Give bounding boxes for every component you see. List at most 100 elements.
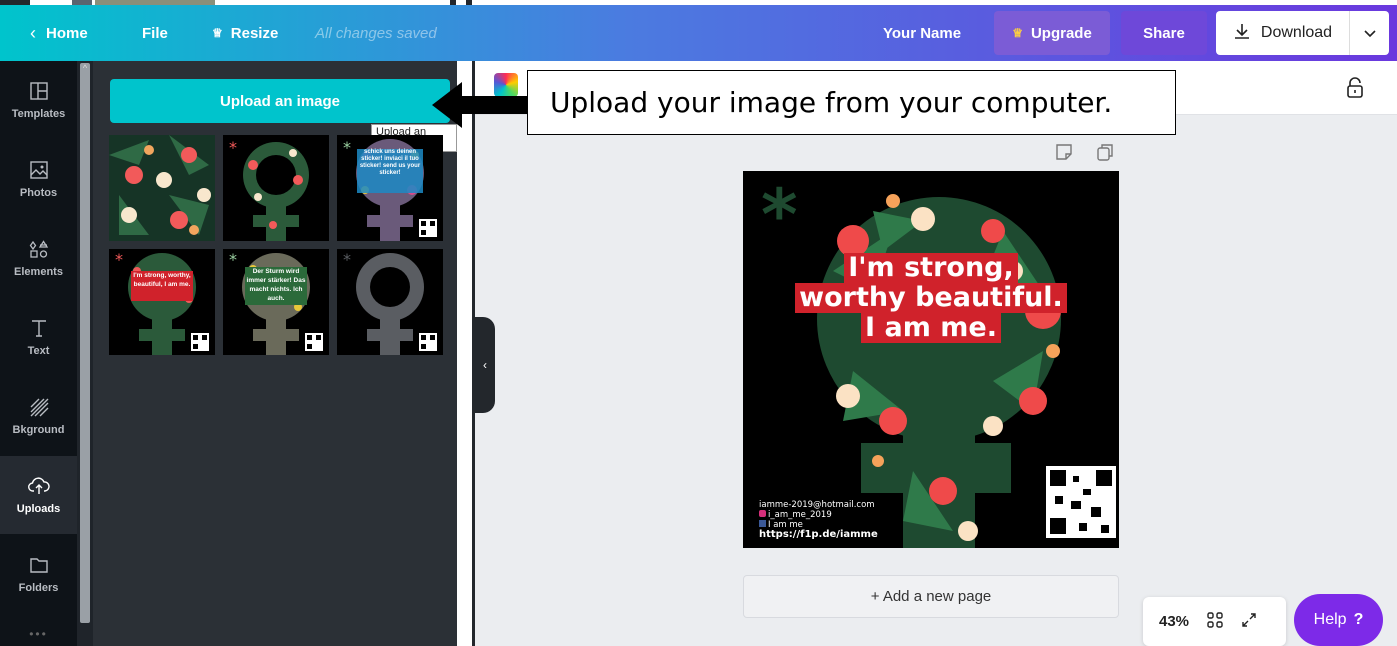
venus-floral-artwork: * <box>743 171 1119 548</box>
help-question-icon: ? <box>1353 611 1364 628</box>
thumbnail-text: I'm strong, worthy, beautiful, I am me. <box>133 272 191 288</box>
sidebar-item-folders[interactable]: Folders <box>0 535 77 613</box>
svg-text:*: * <box>343 250 351 269</box>
scroll-up-icon[interactable]: ^ <box>79 63 91 73</box>
floral-pattern-image <box>109 135 215 241</box>
crown-icon: ♕ <box>212 26 223 40</box>
upload-thumbnail[interactable]: * schick uns deinen sticker! inviaci il … <box>337 135 443 241</box>
sidebar-item-elements[interactable]: Elements <box>0 219 77 297</box>
svg-text:*: * <box>115 250 123 269</box>
upload-image-label: Upload an image <box>219 92 341 110</box>
home-label: Home <box>46 24 88 42</box>
grid-view-icon[interactable] <box>1207 611 1223 632</box>
page-actions <box>1055 142 1115 167</box>
upload-thumbnail[interactable]: * <box>337 249 443 355</box>
uploads-icon <box>27 475 50 497</box>
download-icon <box>1233 22 1251 44</box>
fullscreen-icon[interactable] <box>1241 612 1257 632</box>
sidebar-item-background[interactable]: Bkground <box>0 377 77 455</box>
chevron-down-icon <box>1363 25 1376 42</box>
headline-line-3: I am me. <box>861 313 1001 343</box>
sidebar-item-label: Folders <box>18 582 59 594</box>
lock-icon[interactable] <box>1346 77 1364 104</box>
upload-thumbnail[interactable] <box>109 135 215 241</box>
collapse-panel-button[interactable]: ‹ <box>475 317 495 413</box>
file-label: File <box>142 24 168 42</box>
resize-button[interactable]: ♕ Resize <box>212 5 278 61</box>
sidebar-item-label: Bkground <box>12 424 65 436</box>
design-page[interactable]: * I'm strong, worthy beautiful. I am me.… <box>743 171 1119 548</box>
upload-image-button[interactable]: Upload an image <box>110 79 450 123</box>
save-status: All changes saved <box>315 24 437 42</box>
more-icon[interactable]: ••• <box>0 627 77 641</box>
zoom-controls: 43% <box>1143 597 1286 646</box>
elements-icon <box>28 238 50 260</box>
sidebar-item-uploads[interactable]: Uploads <box>0 456 77 534</box>
sidebar-item-label: Elements <box>14 266 63 278</box>
sidebar-scrollbar[interactable]: ^ <box>77 61 93 646</box>
share-label: Share <box>1143 24 1185 42</box>
zoom-level[interactable]: 43% <box>1159 613 1189 630</box>
templates-icon <box>28 80 50 102</box>
venus-grey-image: * <box>337 249 443 355</box>
callout-text: Upload your image from your computer. <box>550 86 1113 119</box>
upload-thumbnail[interactable]: * Der Sturm wird immer stärker! Das mach… <box>223 249 329 355</box>
resize-label: Resize <box>230 24 279 42</box>
venus-floral-ring-image: * <box>223 135 329 241</box>
sidebar-item-photos[interactable]: Photos <box>0 140 77 218</box>
crown-icon: ♕ <box>1012 26 1023 40</box>
arrow-left-icon <box>430 80 530 135</box>
chevron-left-icon: ‹ <box>483 358 487 372</box>
sidebar-item-label: Text <box>27 345 50 357</box>
share-button[interactable]: Share <box>1121 11 1207 55</box>
svg-text:*: * <box>229 138 237 157</box>
sidebar-item-label: Uploads <box>16 503 61 515</box>
home-button[interactable]: ‹ Home <box>30 5 88 61</box>
headline-line-2: worthy beautiful. <box>795 283 1067 313</box>
sidebar: Templates Photos Elements Text Bkground … <box>0 61 77 646</box>
background-icon <box>28 396 50 418</box>
design-headline[interactable]: I'm strong, worthy beautiful. I am me. <box>743 253 1119 343</box>
instagram-icon <box>759 510 766 517</box>
thumbnail-text: schick uns deinen sticker! inviaci il tu… <box>359 149 421 176</box>
top-bar: ‹ Home File ♕ Resize All changes saved Y… <box>0 5 1397 61</box>
sidebar-item-label: Photos <box>19 187 58 199</box>
svg-text:*: * <box>229 250 237 269</box>
download-label: Download <box>1260 24 1333 41</box>
text-icon <box>28 317 50 339</box>
sidebar-item-templates[interactable]: Templates <box>0 61 77 139</box>
thumbnail-text: Der Sturm wird immer stärker! Das macht … <box>246 268 306 302</box>
scrollbar-thumb[interactable] <box>80 63 90 623</box>
instagram-handle: i_am_me_2019 <box>768 510 832 520</box>
add-page-label: + Add a new page <box>870 588 992 605</box>
contact-url: https://f1p.de/iamme <box>759 529 878 540</box>
sidebar-item-text[interactable]: Text <box>0 298 77 376</box>
contact-email: iamme-2019@hotmail.com <box>759 500 875 510</box>
venus-text-image: * <box>109 249 215 355</box>
upload-thumbnail[interactable]: * I'm strong, worthy, beautiful, I am me… <box>109 249 215 355</box>
download-button[interactable]: Download <box>1216 11 1349 55</box>
svg-text:*: * <box>343 138 351 157</box>
download-options-button[interactable] <box>1349 11 1389 55</box>
folders-icon <box>28 554 50 576</box>
duplicate-page-icon <box>1097 144 1113 161</box>
upgrade-button[interactable]: ♕ Upgrade <box>994 11 1110 55</box>
facebook-icon <box>759 520 766 527</box>
photos-icon <box>28 159 50 181</box>
user-name-label: Your Name <box>883 24 962 42</box>
user-name[interactable]: Your Name <box>883 5 961 61</box>
annotation-callout: Upload your image from your computer. <box>527 70 1176 135</box>
uploads-panel: Upload an image Upload an image <box>93 61 457 646</box>
chevron-left-icon: ‹ <box>30 22 36 43</box>
file-menu[interactable]: File <box>142 5 168 61</box>
help-label: Help <box>1313 611 1347 628</box>
contact-info[interactable]: iamme-2019@hotmail.com i_am_me_2019 I am… <box>759 500 878 540</box>
upgrade-label: Upgrade <box>1030 24 1092 42</box>
add-page-button[interactable]: + Add a new page <box>743 575 1119 618</box>
contact-instagram: i_am_me_2019 <box>759 510 878 520</box>
upload-thumbnail[interactable]: * <box>223 135 329 241</box>
headline-line-1: I'm strong, <box>844 253 1018 283</box>
add-note-icon <box>1056 144 1072 160</box>
svg-text:*: * <box>761 174 798 256</box>
help-button[interactable]: Help ? <box>1294 594 1383 646</box>
